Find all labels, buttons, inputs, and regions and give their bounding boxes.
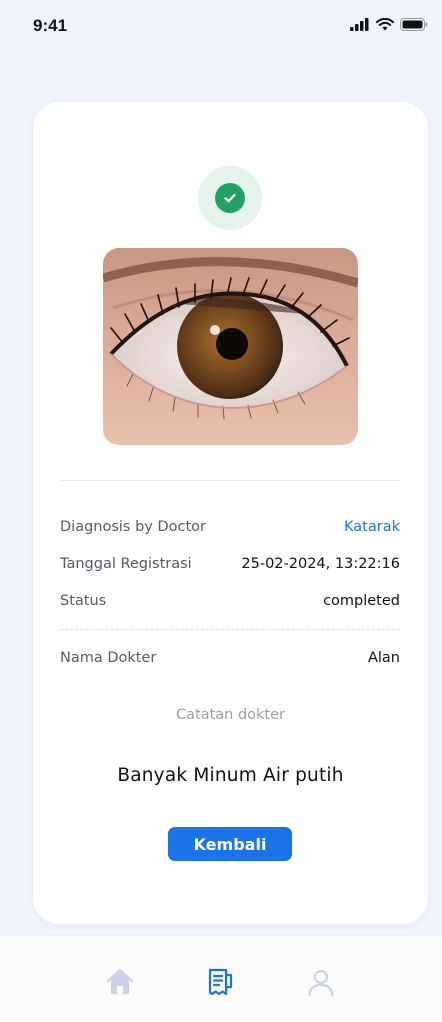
- status-value: completed: [323, 593, 400, 609]
- wifi-icon: [376, 18, 394, 31]
- eye-illustration: [103, 248, 358, 445]
- detail-row-diagnosis: Diagnosis by Doctor Katarak: [60, 519, 400, 535]
- nav-item-history[interactable]: [203, 965, 237, 999]
- doctor-name-value: Alan: [367, 650, 400, 666]
- detail-row-registration-date: Tanggal Registrasi 25-02-2024, 13:22:16: [60, 556, 400, 572]
- receipt-icon: [208, 968, 233, 996]
- status-label: Status: [60, 593, 107, 609]
- notes-label: Catatan dokter: [176, 707, 285, 723]
- status-time: 9:41: [33, 16, 68, 35]
- dashed-divider: [60, 629, 400, 630]
- notes-text: Banyak Minum Air putih: [117, 765, 344, 786]
- checkmark-icon: [224, 193, 236, 203]
- nav-item-home[interactable]: [103, 965, 137, 999]
- divider: [60, 480, 400, 481]
- eye-image: [103, 248, 358, 445]
- back-button[interactable]: Kembali: [168, 827, 292, 861]
- bottom-nav: [0, 935, 442, 1022]
- status-icons: [350, 18, 428, 31]
- check-inner: [215, 183, 245, 213]
- check-circle-icon: [198, 166, 262, 230]
- registration-date-label: Tanggal Registrasi: [60, 556, 192, 572]
- registration-date-value: 25-02-2024, 13:22:16: [241, 556, 400, 572]
- detail-row-status: Status completed: [60, 593, 400, 609]
- result-card: Diagnosis by Doctor Katarak Tanggal Regi…: [33, 102, 428, 924]
- user-icon: [308, 969, 334, 997]
- diagnosis-label: Diagnosis by Doctor: [60, 519, 207, 535]
- battery-icon: [400, 18, 428, 31]
- signal-icon: [350, 18, 369, 31]
- home-icon: [106, 969, 134, 994]
- diagnosis-value: Katarak: [344, 519, 400, 535]
- detail-row-doctor: Nama Dokter Alan: [60, 650, 400, 666]
- nav-item-profile[interactable]: [304, 965, 338, 999]
- doctor-name-label: Nama Dokter: [60, 650, 157, 666]
- status-bar: 9:41: [0, 0, 442, 56]
